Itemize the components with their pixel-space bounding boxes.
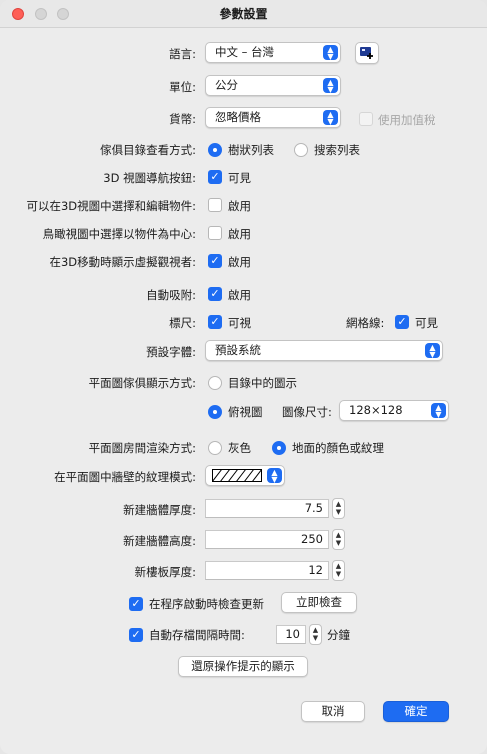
catalog-search-label: 搜索列表 [314, 143, 360, 157]
nav-arrows-value: 可見 [228, 171, 251, 185]
language-popup[interactable]: 中文 – 台灣 ▲ ▼ [205, 42, 341, 63]
wall-height-stepper[interactable]: ▲ ▼ [332, 529, 345, 550]
aerial-center-value: 啟用 [228, 227, 251, 241]
room-render-label: 平面圖房間渲染方式: [88, 441, 196, 455]
nav-arrows-checkbox[interactable]: ✓ [208, 170, 222, 184]
virtual-visitor-label: 在3D移動時顯示虛擬觀視者: [49, 255, 196, 269]
vat-checkbox[interactable] [359, 112, 373, 126]
hatch-pattern-icon [211, 468, 263, 483]
unit-value: 公分 [215, 78, 238, 92]
wall-thickness-stepper[interactable]: ▲ ▼ [332, 498, 345, 519]
aerial-center-checkbox[interactable] [208, 226, 222, 240]
icon-size-value: 128×128 [349, 403, 403, 417]
floor-thickness-field[interactable]: 12 [205, 561, 329, 580]
wall-pattern-popup[interactable]: ▲ ▼ [205, 465, 285, 486]
default-font-popup[interactable]: 預設系統 ▲ ▼ [205, 340, 443, 361]
catalog-tree-radio[interactable] [208, 143, 222, 157]
room-floor-radio[interactable] [272, 441, 286, 455]
language-value: 中文 – 台灣 [215, 45, 275, 59]
magnetism-label: 自動吸附: [146, 288, 196, 302]
chevron-updown-icon: ▲ ▼ [425, 343, 440, 359]
vat-label: 使用加值稅 [378, 113, 436, 127]
aerial-center-label: 鳥瞰視圖中選擇以物件為中心: [42, 227, 196, 241]
catalog-search-radio[interactable] [294, 143, 308, 157]
chevron-updown-icon: ▲ ▼ [323, 110, 338, 126]
grid-value: 可見 [415, 316, 438, 330]
chevron-updown-icon: ▲ ▼ [431, 403, 446, 419]
magnetism-value: 啟用 [228, 288, 251, 302]
reset-tips-button[interactable]: 還原操作提示的顯示 [178, 656, 308, 677]
room-color-label: 灰色 [228, 441, 251, 455]
check-updates-label: 在程序啟動時檢查更新 [149, 597, 264, 611]
select-edit-3d-value: 啟用 [228, 199, 251, 213]
currency-label: 貨幣: [169, 112, 196, 126]
chevron-updown-icon: ▲ ▼ [323, 45, 338, 61]
add-language-icon [360, 47, 373, 59]
select-edit-3d-label: 可以在3D視圖中選擇和編輯物件: [26, 199, 196, 213]
rulers-label: 標尺: [169, 316, 196, 330]
wall-height-field[interactable]: 250 [205, 530, 329, 549]
room-floor-label: 地面的顏色或紋理 [292, 441, 384, 455]
autosave-label: 自動存檔間隔時間: [149, 628, 245, 642]
check-updates-checkbox[interactable]: ✓ [129, 597, 143, 611]
wall-thickness-field[interactable]: 7.5 [205, 499, 329, 518]
title-bar: 參數設置 [0, 0, 487, 28]
wall-pattern-label: 在平面圖中牆壁的紋理模式: [54, 470, 196, 484]
grid-checkbox[interactable]: ✓ [395, 315, 409, 329]
autosave-checkbox[interactable]: ✓ [129, 628, 143, 642]
select-edit-3d-checkbox[interactable] [208, 198, 222, 212]
currency-value: 忽略價格 [215, 110, 261, 124]
import-language-button[interactable] [355, 42, 379, 64]
unit-popup[interactable]: 公分 ▲ ▼ [205, 75, 341, 96]
wall-height-label: 新建牆體高度: [123, 534, 196, 548]
unit-label: 單位: [169, 80, 196, 94]
floor-thickness-stepper[interactable]: ▲ ▼ [332, 560, 345, 581]
virtual-visitor-value: 啟用 [228, 255, 251, 269]
grid-label: 網格線: [346, 316, 385, 330]
icon-size-popup[interactable]: 128×128 ▲ ▼ [339, 400, 449, 421]
virtual-visitor-checkbox[interactable]: ✓ [208, 254, 222, 268]
catalog-view-label: 傢俱目錄查看方式: [100, 143, 196, 157]
floor-thickness-label: 新樓板厚度: [134, 565, 196, 579]
language-label: 語言: [169, 47, 196, 61]
autosave-field[interactable]: 10 [276, 625, 306, 644]
autosave-unit: 分鐘 [327, 628, 350, 642]
cancel-button[interactable]: 取消 [301, 701, 365, 722]
chevron-updown-icon: ▲ ▼ [267, 468, 282, 484]
magnetism-checkbox[interactable]: ✓ [208, 287, 222, 301]
default-font-value: 預設系統 [215, 343, 261, 357]
preferences-window: 參數設置 語言: 中文 – 台灣 ▲ ▼ 單位: 公分 ▲ ▼ 貨幣: 忽略價格 ▲… [0, 0, 487, 754]
icon-size-label: 圖像尺寸: [282, 405, 332, 419]
rulers-value: 可視 [228, 316, 251, 330]
furniture-top-radio[interactable] [208, 405, 222, 419]
furniture-top-label: 俯視圖 [228, 405, 263, 419]
furniture-icon-label: 平面圖傢俱顯示方式: [88, 376, 196, 390]
room-color-radio[interactable] [208, 441, 222, 455]
furniture-catalog-label: 目錄中的圖示 [228, 376, 297, 390]
autosave-stepper[interactable]: ▲ ▼ [309, 624, 322, 645]
catalog-tree-label: 樹狀列表 [228, 143, 274, 157]
chevron-updown-icon: ▲ ▼ [323, 78, 338, 94]
currency-popup[interactable]: 忽略價格 ▲ ▼ [205, 107, 341, 128]
window-title: 參數設置 [219, 7, 268, 21]
wall-thickness-label: 新建牆體厚度: [123, 503, 196, 517]
ok-button[interactable]: 確定 [383, 701, 449, 722]
default-font-label: 預設字體: [146, 345, 196, 359]
nav-arrows-label: 3D 視圖導航按鈕: [103, 171, 196, 185]
rulers-checkbox[interactable]: ✓ [208, 315, 222, 329]
check-now-button[interactable]: 立即檢查 [281, 592, 357, 613]
furniture-catalog-radio[interactable] [208, 376, 222, 390]
